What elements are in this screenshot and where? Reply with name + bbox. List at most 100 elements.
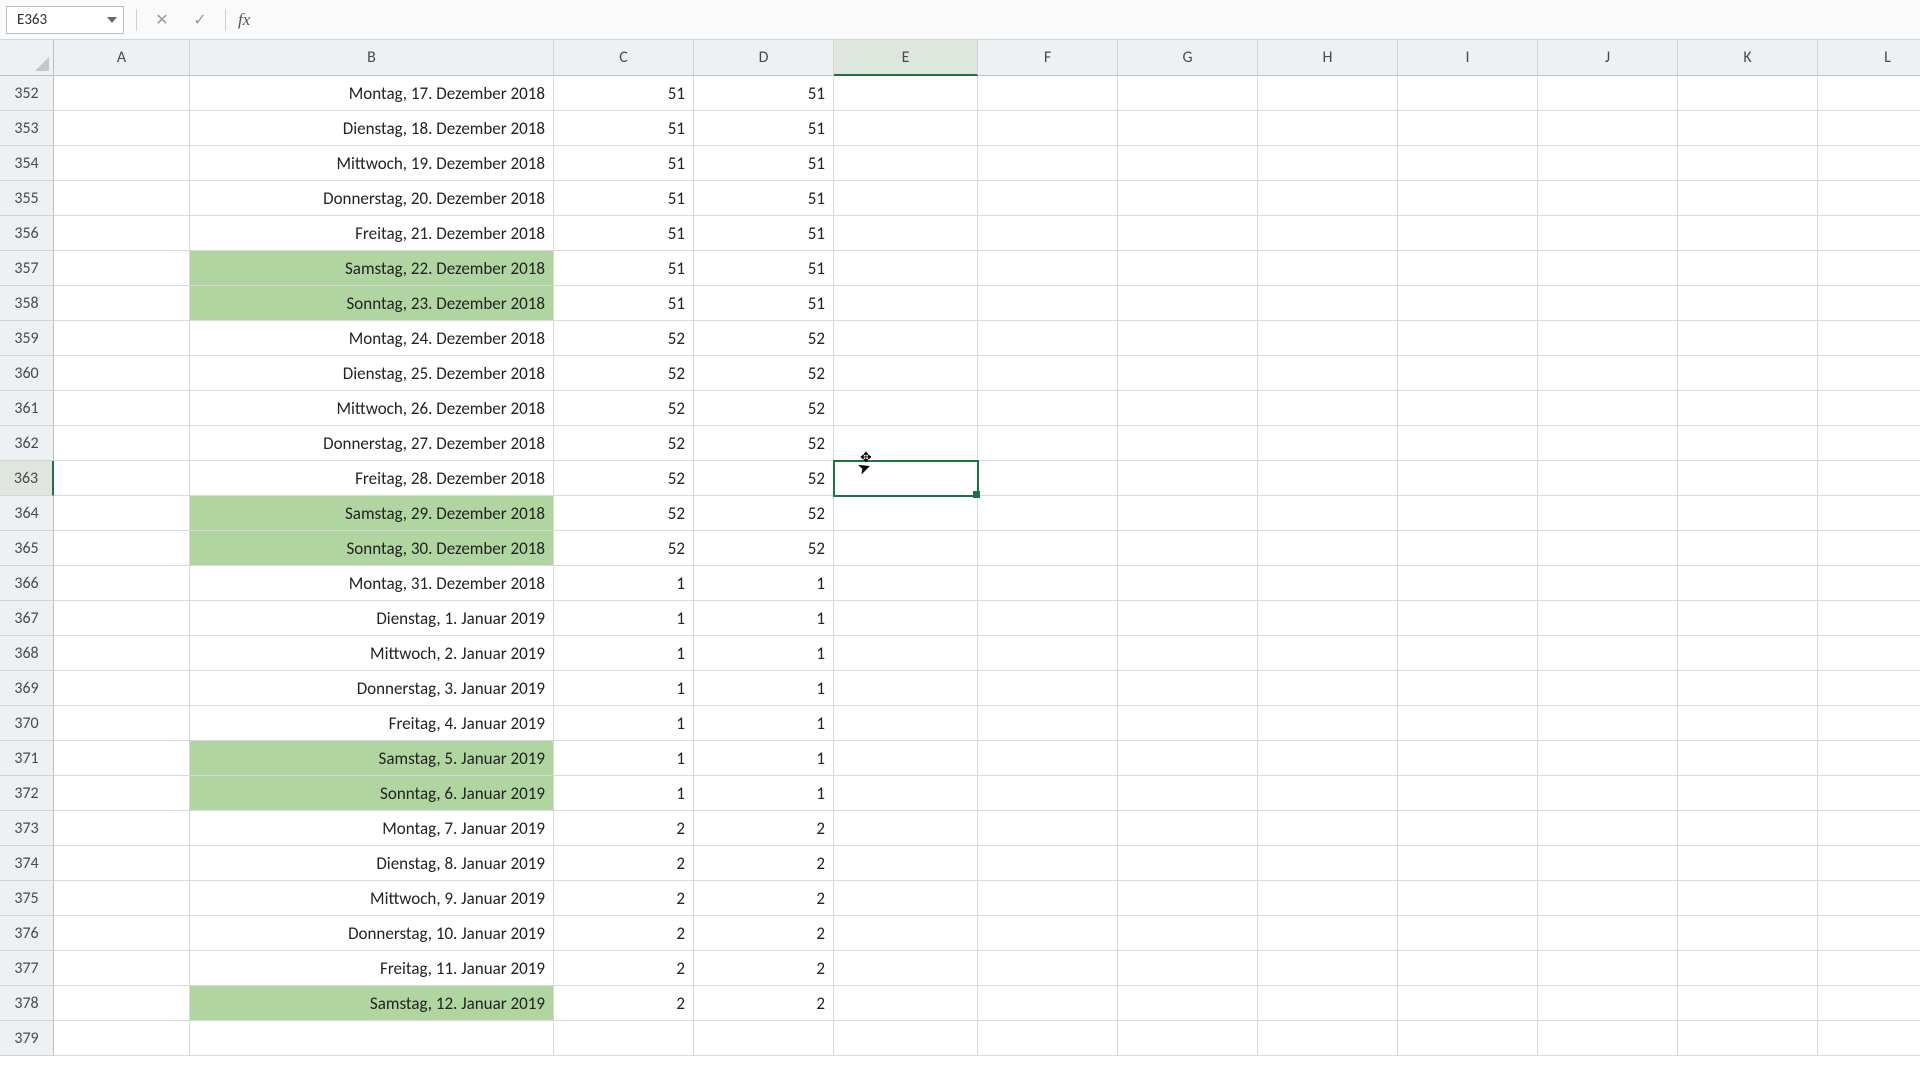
cell-B369[interactable]: Donnerstag, 3. Januar 2019 xyxy=(190,671,554,706)
cell-C377[interactable]: 2 xyxy=(554,951,694,986)
cell-K366[interactable] xyxy=(1678,566,1818,601)
cell-K370[interactable] xyxy=(1678,706,1818,741)
cell-F370[interactable] xyxy=(978,706,1118,741)
cell-H378[interactable] xyxy=(1258,986,1398,1021)
row-header-373[interactable]: 373 xyxy=(0,811,54,846)
cell-J355[interactable] xyxy=(1538,181,1678,216)
row-header-368[interactable]: 368 xyxy=(0,636,54,671)
cell-E353[interactable] xyxy=(834,111,978,146)
cell-D352[interactable]: 51 xyxy=(694,76,834,111)
cell-K352[interactable] xyxy=(1678,76,1818,111)
row-header-377[interactable]: 377 xyxy=(0,951,54,986)
row-header-376[interactable]: 376 xyxy=(0,916,54,951)
cell-J368[interactable] xyxy=(1538,636,1678,671)
row-header-357[interactable]: 357 xyxy=(0,251,54,286)
cell-C355[interactable]: 51 xyxy=(554,181,694,216)
cell-D357[interactable]: 51 xyxy=(694,251,834,286)
row-header-356[interactable]: 356 xyxy=(0,216,54,251)
cell-L362[interactable] xyxy=(1818,426,1920,461)
cell-E356[interactable] xyxy=(834,216,978,251)
cell-E369[interactable] xyxy=(834,671,978,706)
cell-K379[interactable] xyxy=(1678,1021,1818,1056)
row-header-370[interactable]: 370 xyxy=(0,706,54,741)
cell-J356[interactable] xyxy=(1538,216,1678,251)
cell-G367[interactable] xyxy=(1118,601,1258,636)
cell-I375[interactable] xyxy=(1398,881,1538,916)
cell-A373[interactable] xyxy=(54,811,190,846)
cell-H365[interactable] xyxy=(1258,531,1398,566)
cell-C352[interactable]: 51 xyxy=(554,76,694,111)
cell-I379[interactable] xyxy=(1398,1021,1538,1056)
cell-J370[interactable] xyxy=(1538,706,1678,741)
cell-L371[interactable] xyxy=(1818,741,1920,776)
cell-F377[interactable] xyxy=(978,951,1118,986)
cell-K361[interactable] xyxy=(1678,391,1818,426)
cell-F366[interactable] xyxy=(978,566,1118,601)
column-header-J[interactable]: J xyxy=(1538,40,1678,76)
cell-B356[interactable]: Freitag, 21. Dezember 2018 xyxy=(190,216,554,251)
cell-L375[interactable] xyxy=(1818,881,1920,916)
row-header-365[interactable]: 365 xyxy=(0,531,54,566)
cell-C360[interactable]: 52 xyxy=(554,356,694,391)
cell-K354[interactable] xyxy=(1678,146,1818,181)
cell-F367[interactable] xyxy=(978,601,1118,636)
cell-G355[interactable] xyxy=(1118,181,1258,216)
cell-I363[interactable] xyxy=(1398,461,1538,496)
cell-F378[interactable] xyxy=(978,986,1118,1021)
cell-G364[interactable] xyxy=(1118,496,1258,531)
cell-A365[interactable] xyxy=(54,531,190,566)
cell-B358[interactable]: Sonntag, 23. Dezember 2018 xyxy=(190,286,554,321)
cell-C374[interactable]: 2 xyxy=(554,846,694,881)
cell-F374[interactable] xyxy=(978,846,1118,881)
cell-K378[interactable] xyxy=(1678,986,1818,1021)
cell-J357[interactable] xyxy=(1538,251,1678,286)
cell-E358[interactable] xyxy=(834,286,978,321)
cell-B371[interactable]: Samstag, 5. Januar 2019 xyxy=(190,741,554,776)
cell-F376[interactable] xyxy=(978,916,1118,951)
cell-L354[interactable] xyxy=(1818,146,1920,181)
cell-K371[interactable] xyxy=(1678,741,1818,776)
cell-K375[interactable] xyxy=(1678,881,1818,916)
row-header-372[interactable]: 372 xyxy=(0,776,54,811)
enter-icon[interactable]: ✓ xyxy=(187,7,213,33)
cell-D373[interactable]: 2 xyxy=(694,811,834,846)
column-header-L[interactable]: L xyxy=(1818,40,1920,76)
cell-D377[interactable]: 2 xyxy=(694,951,834,986)
cell-E366[interactable] xyxy=(834,566,978,601)
cell-H374[interactable] xyxy=(1258,846,1398,881)
cell-J369[interactable] xyxy=(1538,671,1678,706)
row-header-362[interactable]: 362 xyxy=(0,426,54,461)
cell-A371[interactable] xyxy=(54,741,190,776)
cell-B367[interactable]: Dienstag, 1. Januar 2019 xyxy=(190,601,554,636)
cell-A368[interactable] xyxy=(54,636,190,671)
cell-H372[interactable] xyxy=(1258,776,1398,811)
cell-D353[interactable]: 51 xyxy=(694,111,834,146)
cell-C378[interactable]: 2 xyxy=(554,986,694,1021)
cell-G368[interactable] xyxy=(1118,636,1258,671)
cell-A366[interactable] xyxy=(54,566,190,601)
cell-J371[interactable] xyxy=(1538,741,1678,776)
cell-A353[interactable] xyxy=(54,111,190,146)
cell-B374[interactable]: Dienstag, 8. Januar 2019 xyxy=(190,846,554,881)
cell-B354[interactable]: Mittwoch, 19. Dezember 2018 xyxy=(190,146,554,181)
cell-C373[interactable]: 2 xyxy=(554,811,694,846)
cell-I361[interactable] xyxy=(1398,391,1538,426)
cell-B364[interactable]: Samstag, 29. Dezember 2018 xyxy=(190,496,554,531)
cell-L368[interactable] xyxy=(1818,636,1920,671)
cell-L363[interactable] xyxy=(1818,461,1920,496)
cell-A377[interactable] xyxy=(54,951,190,986)
cell-C366[interactable]: 1 xyxy=(554,566,694,601)
cell-J375[interactable] xyxy=(1538,881,1678,916)
cell-L369[interactable] xyxy=(1818,671,1920,706)
cell-H370[interactable] xyxy=(1258,706,1398,741)
column-header-E[interactable]: E xyxy=(834,40,978,76)
cell-G358[interactable] xyxy=(1118,286,1258,321)
cell-D359[interactable]: 52 xyxy=(694,321,834,356)
cell-A374[interactable] xyxy=(54,846,190,881)
cell-K360[interactable] xyxy=(1678,356,1818,391)
spreadsheet-grid[interactable]: ABCDEFGHIJKL352Montag, 17. Dezember 2018… xyxy=(0,40,1920,1056)
cell-H363[interactable] xyxy=(1258,461,1398,496)
cell-K362[interactable] xyxy=(1678,426,1818,461)
cell-J354[interactable] xyxy=(1538,146,1678,181)
select-all-corner[interactable] xyxy=(0,40,54,76)
